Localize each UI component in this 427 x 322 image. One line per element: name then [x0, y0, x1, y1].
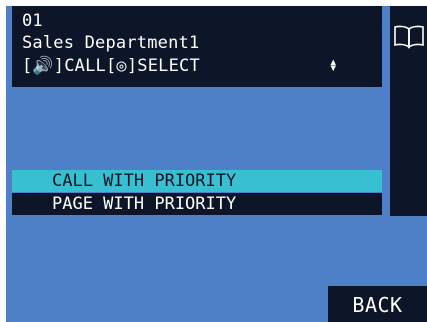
menu-item-label: PAGE WITH PRIORITY	[52, 194, 237, 214]
menu-item-label: CALL WITH PRIORITY	[52, 171, 237, 191]
book-icon[interactable]	[393, 24, 425, 50]
device-screen: 01 Sales Department1 [🔊]CALL[◎]SELECT ▴ ▾…	[6, 6, 427, 322]
menu-item-call-with-priority[interactable]: CALL WITH PRIORITY	[12, 170, 382, 192]
entry-name: Sales Department1	[22, 33, 200, 53]
entry-number: 01	[22, 11, 43, 31]
back-button[interactable]: BACK	[328, 286, 427, 322]
side-panel	[390, 6, 427, 216]
header-panel: 01 Sales Department1 [🔊]CALL[◎]SELECT ▴ ▾	[12, 6, 382, 87]
up-down-arrows-icon: ▴ ▾	[329, 54, 338, 76]
menu-item-page-with-priority[interactable]: PAGE WITH PRIORITY	[12, 193, 382, 215]
key-hints: [🔊]CALL[◎]SELECT	[22, 56, 200, 76]
